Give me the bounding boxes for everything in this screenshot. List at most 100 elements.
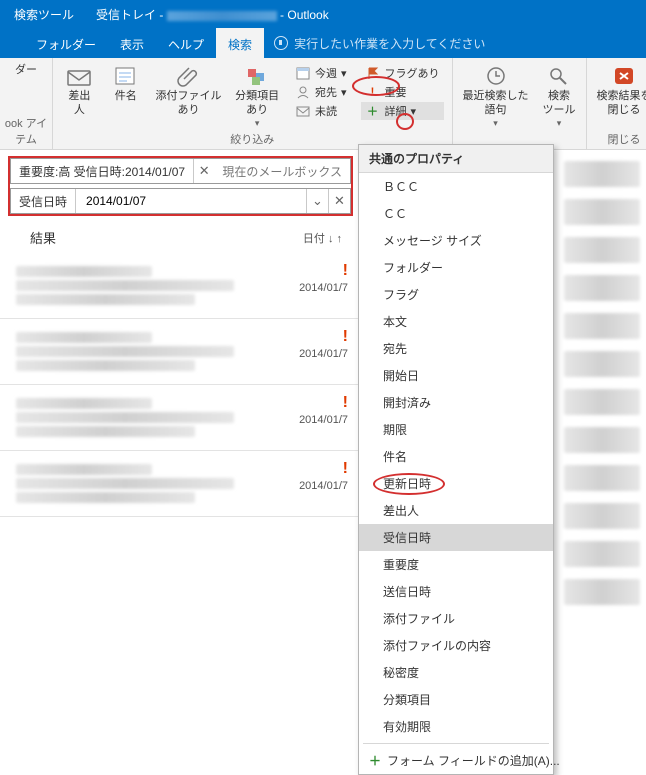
title-prefix: 受信トレイ - [96, 8, 167, 22]
ribbon-btn-more[interactable]: ＋ 詳細 ▾ [361, 102, 444, 120]
importance-icon: ! [343, 263, 348, 279]
chevron-down-icon: ▾ [557, 118, 562, 129]
search-box-group: 重要度:高 受信日時:2014/01/07 ✕ 現在のメールボックス 受信日時 … [8, 156, 353, 216]
title-suffix: - Outlook [280, 8, 329, 22]
search-tools-icon [545, 64, 573, 88]
ribbon-btn-tools[interactable]: 検索 ツール ▾ [537, 62, 582, 131]
ribbon-btn-unread[interactable]: 未読 [291, 102, 351, 120]
search-field-input[interactable] [84, 193, 298, 209]
clear-field-button[interactable]: ✕ [328, 189, 350, 213]
reading-pane-blur [558, 152, 646, 694]
ribbon-category-label: 分類項目 あり [235, 90, 279, 118]
recent-label: 最近検索した 語句 [463, 90, 529, 118]
result-item[interactable]: ! 2014/01/7 [0, 253, 358, 319]
more-label: 詳細 [385, 103, 407, 119]
ribbon-btn-this-week[interactable]: 今週 ▾ [291, 64, 351, 82]
ribbon-btn-recent[interactable]: 最近検索した 語句 ▾ [457, 62, 535, 131]
flag-icon [365, 65, 381, 81]
menu-item[interactable]: 差出人 [359, 497, 553, 524]
field-dropdown-button[interactable]: ⌄ [306, 189, 328, 213]
close-icon [610, 64, 638, 88]
ribbon-btn-flagged[interactable]: フラグあり [361, 64, 444, 82]
result-meta: ! 2014/01/7 [274, 263, 348, 294]
ribbon: ダー ook アイテム 差出人 件名 添付ファイル あり [0, 58, 646, 150]
window-title: 受信トレイ - - Outlook [88, 0, 646, 28]
tab-0[interactable] [0, 28, 24, 58]
menu-item[interactable]: 有効期限 [359, 713, 553, 740]
result-date: 2014/01/7 [299, 282, 348, 294]
menu-item[interactable]: 受信日時 [359, 524, 553, 551]
importance-icon: ! [343, 461, 348, 477]
sort-by[interactable]: 日付 ↓ ↑ [303, 230, 342, 246]
unread-icon [295, 103, 311, 119]
result-item[interactable]: ! 2014/01/7 [0, 451, 358, 517]
account-blur [167, 11, 277, 21]
menu-item[interactable]: 送信日時 [359, 578, 553, 605]
menu-item[interactable]: フラグ [359, 281, 553, 308]
result-meta: !2014/01/7 [274, 395, 348, 426]
menu-item[interactable]: 添付ファイルの内容 [359, 632, 553, 659]
sort-arrows-icon: ↓ ↑ [328, 233, 342, 245]
chevron-down-icon: ▾ [493, 118, 498, 129]
results-header: 結果 日付 ↓ ↑ [0, 220, 360, 253]
menu-item[interactable]: メッセージ サイズ [359, 227, 553, 254]
group-label-close: 閉じる [587, 131, 646, 149]
result-item[interactable]: !2014/01/7 [0, 319, 358, 385]
sender-icon [65, 64, 93, 88]
menu-item[interactable]: 宛先 [359, 335, 553, 362]
tab-folder[interactable]: フォルダー [24, 28, 108, 58]
tab-search[interactable]: 検索 [216, 28, 264, 58]
menu-item[interactable]: 件名 [359, 443, 553, 470]
menu-item[interactable]: 更新日時 [359, 470, 553, 497]
result-preview-blur [16, 263, 264, 308]
close-results-label: 検索結果を 閉じる [597, 90, 646, 118]
ribbon-btn-categorized[interactable]: 分類項目 あり ▾ [229, 62, 285, 131]
menu-separator [363, 743, 549, 744]
to-icon [295, 84, 311, 100]
chevron-down-icon: ▾ [341, 86, 347, 99]
ribbon-btn-close-search[interactable]: 検索結果を 閉じる [591, 62, 646, 120]
tell-me-text: 実行したい作業を入力してください [294, 35, 485, 52]
group-label-items: ook アイテム [0, 115, 52, 149]
search-query-value: 重要度:高 受信日時:2014/01/07 [19, 163, 185, 180]
result-item[interactable]: !2014/01/7 [0, 385, 358, 451]
ribbon-btn-to[interactable]: 宛先 ▾ [291, 83, 351, 101]
menu-item[interactable]: 期限 [359, 416, 553, 443]
tab-help[interactable]: ヘルプ [156, 28, 216, 58]
search-scope[interactable]: 現在のメールボックス [214, 159, 350, 183]
ribbon-sender-label: 差出人 [63, 90, 96, 118]
menu-item[interactable]: ＢＣＣ [359, 173, 553, 200]
ribbon-btn-has-attachment[interactable]: 添付ファイル あり [150, 62, 228, 120]
menu-item[interactable]: 開始日 [359, 362, 553, 389]
menu-item[interactable]: 秘密度 [359, 659, 553, 686]
clear-query-button[interactable]: ✕ [194, 159, 214, 183]
ribbon-btn-sender[interactable]: 差出人 [57, 62, 102, 120]
ribbon-btn-subject[interactable]: 件名 [104, 62, 148, 106]
menu-item[interactable]: 重要度 [359, 551, 553, 578]
ribbon-btn-important[interactable]: ! 重要 [361, 83, 444, 101]
chevron-down-icon: ▾ [411, 105, 417, 118]
menu-item[interactable]: ＣＣ [359, 200, 553, 227]
menu-item[interactable]: 開封済み [359, 389, 553, 416]
chevron-down-icon: ▾ [255, 118, 260, 129]
results-list: !2014/01/7!2014/01/7!2014/01/7!2014/01/7 [0, 253, 358, 517]
menu-item[interactable]: フォルダー [359, 254, 553, 281]
more-properties-menu: 共通のプロパティ ＢＣＣＣＣメッセージ サイズフォルダーフラグ本文宛先開始日開封… [358, 144, 554, 775]
ribbon-attach-label: 添付ファイル あり [156, 90, 222, 118]
tell-me[interactable]: 実行したい作業を入力してください [264, 28, 495, 58]
menu-add-form-field[interactable]: ＋ フォーム フィールドの追加(A)... [359, 747, 553, 774]
search-query-text[interactable]: 重要度:高 受信日時:2014/01/07 [11, 159, 194, 183]
context-tab-search-tools: 検索ツール [0, 0, 88, 28]
menu-item[interactable]: 添付ファイル [359, 605, 553, 632]
result-date: 2014/01/7 [299, 480, 348, 492]
important-label: 重要 [385, 84, 407, 100]
to-label: 宛先 [315, 84, 337, 100]
tab-view[interactable]: 表示 [108, 28, 156, 58]
search-field-row: 受信日時 ⌄ ✕ [10, 188, 351, 214]
ribbon-btn-folder[interactable]: ダー [4, 62, 48, 80]
plus-icon: ＋ [365, 103, 381, 119]
menu-item[interactable]: 分類項目 [359, 686, 553, 713]
titlebar: 検索ツール 受信トレイ - - Outlook [0, 0, 646, 28]
menu-item[interactable]: 本文 [359, 308, 553, 335]
result-meta: !2014/01/7 [274, 329, 348, 360]
